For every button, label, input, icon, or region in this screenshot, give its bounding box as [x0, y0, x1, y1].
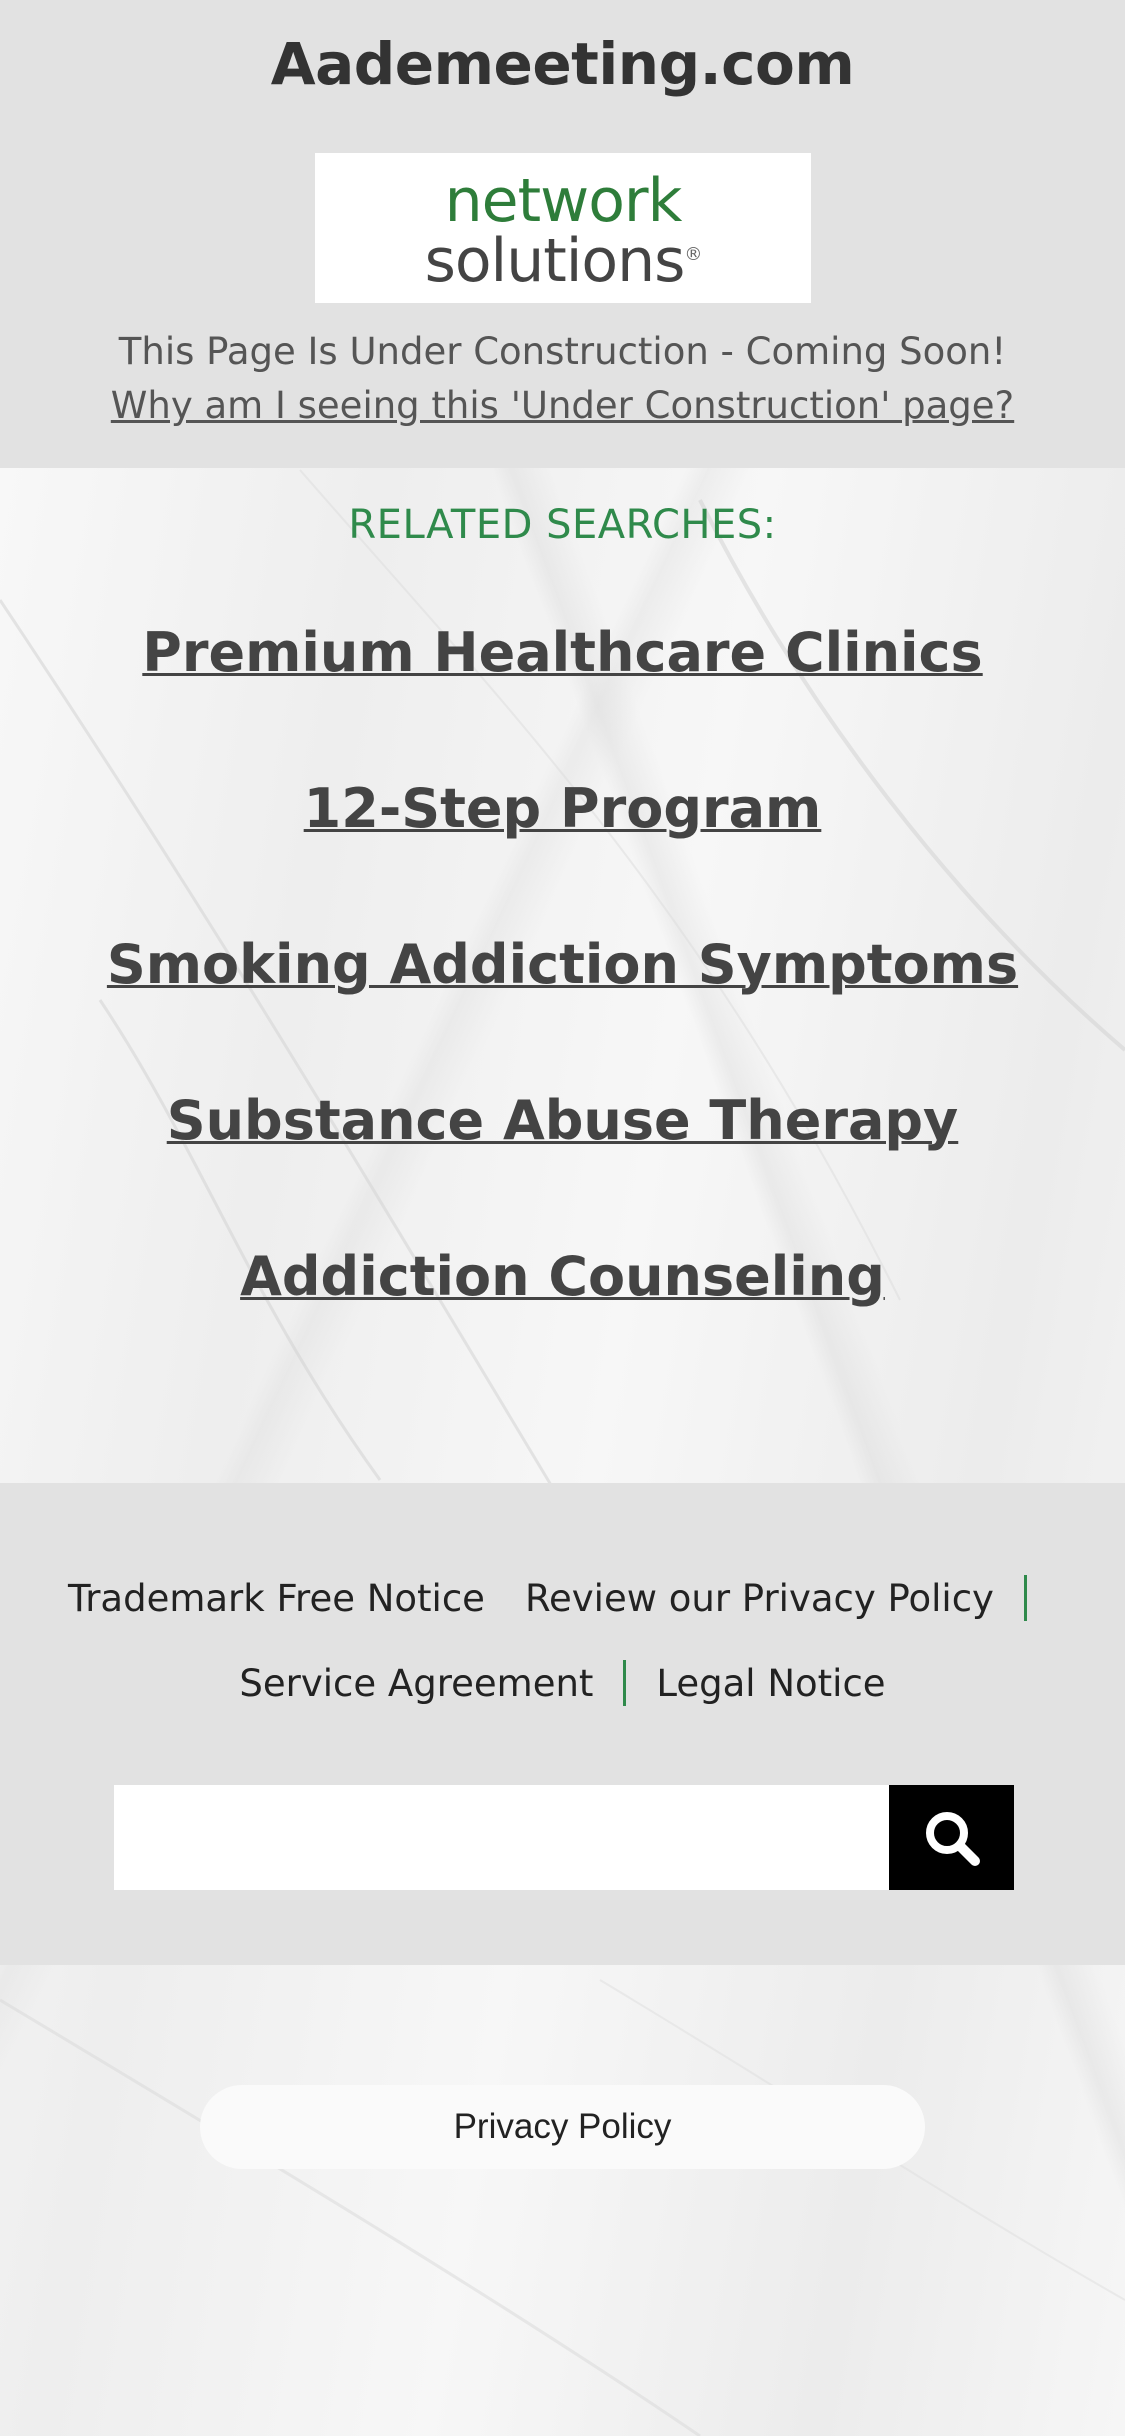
related-link[interactable]: Smoking Addiction Symptoms — [0, 933, 1125, 996]
why-under-construction-link[interactable]: Why am I seeing this 'Under Construction… — [0, 384, 1125, 427]
search-input[interactable] — [114, 1785, 889, 1890]
search-icon — [925, 1811, 980, 1866]
separator — [1023, 1575, 1027, 1621]
logo-text-network: network — [444, 166, 683, 236]
under-construction-text: This Page Is Under Construction - Coming… — [118, 330, 1007, 373]
search-button[interactable] — [889, 1785, 1014, 1890]
related-link[interactable]: Addiction Counseling — [0, 1245, 1125, 1308]
footer-links-row-1: Trademark Free Notice Review our Privacy… — [0, 1575, 1125, 1621]
related-link[interactable]: Premium Healthcare Clinics — [0, 621, 1125, 684]
privacy-policy-button[interactable]: Privacy Policy — [200, 2085, 925, 2169]
footer: Trademark Free Notice Review our Privacy… — [0, 1483, 1125, 1965]
legal-notice-link[interactable]: Legal Notice — [656, 1662, 885, 1705]
related-link[interactable]: 12-Step Program — [0, 777, 1125, 840]
privacy-policy-link[interactable]: Review our Privacy Policy — [525, 1577, 994, 1620]
service-agreement-link[interactable]: Service Agreement — [239, 1662, 593, 1705]
footer-links-row-2: Service Agreement Legal Notice — [0, 1660, 1125, 1706]
related-searches: RELATED SEARCHES: Premium Healthcare Cli… — [0, 468, 1125, 1483]
related-link[interactable]: Substance Abuse Therapy — [0, 1089, 1125, 1152]
network-solutions-logo[interactable]: network solutions® — [315, 153, 811, 303]
logo-text-solutions-word: solutions — [424, 226, 686, 296]
separator — [623, 1660, 627, 1706]
bottom-area: Privacy Policy — [0, 1965, 1125, 2436]
trademark-notice-link[interactable]: Trademark Free Notice — [68, 1577, 485, 1620]
related-searches-title: RELATED SEARCHES: — [348, 502, 777, 548]
logo-text-solutions: solutions® — [315, 225, 811, 291]
header: Aademeeting.com network solutions® This … — [0, 0, 1125, 468]
site-title: Aademeeting.com — [270, 30, 855, 98]
registered-mark: ® — [684, 244, 702, 265]
